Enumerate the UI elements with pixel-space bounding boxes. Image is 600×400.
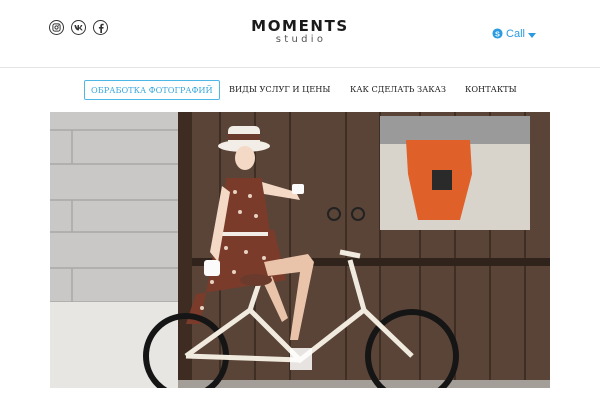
call-label: Call bbox=[506, 27, 525, 40]
nav-item-contacts[interactable]: КОНТАКТЫ bbox=[465, 80, 517, 100]
nav-item-how-to-order[interactable]: КАК СДЕЛАТЬ ЗАКАЗ bbox=[350, 80, 446, 100]
main-nav: ОБРАБОТКА ФОТОГРАФИЙ ВИДЫ УСЛУГ И ЦЕНЫ К… bbox=[0, 80, 600, 100]
call-button[interactable]: S Call bbox=[492, 24, 536, 43]
skype-icon: S bbox=[492, 24, 503, 43]
svg-text:S: S bbox=[495, 29, 500, 38]
nav-item-services-prices[interactable]: ВИДЫ УСЛУГ И ЦЕНЫ bbox=[229, 80, 330, 100]
nav-item-photo-retouching[interactable]: ОБРАБОТКА ФОТОГРАФИЙ bbox=[84, 80, 220, 100]
caret-down-icon bbox=[528, 24, 536, 43]
woman-on-vintage-bicycle-photo bbox=[50, 112, 550, 388]
hero-image bbox=[50, 112, 550, 388]
site-header: MOMENTS studio S Call bbox=[0, 0, 600, 68]
